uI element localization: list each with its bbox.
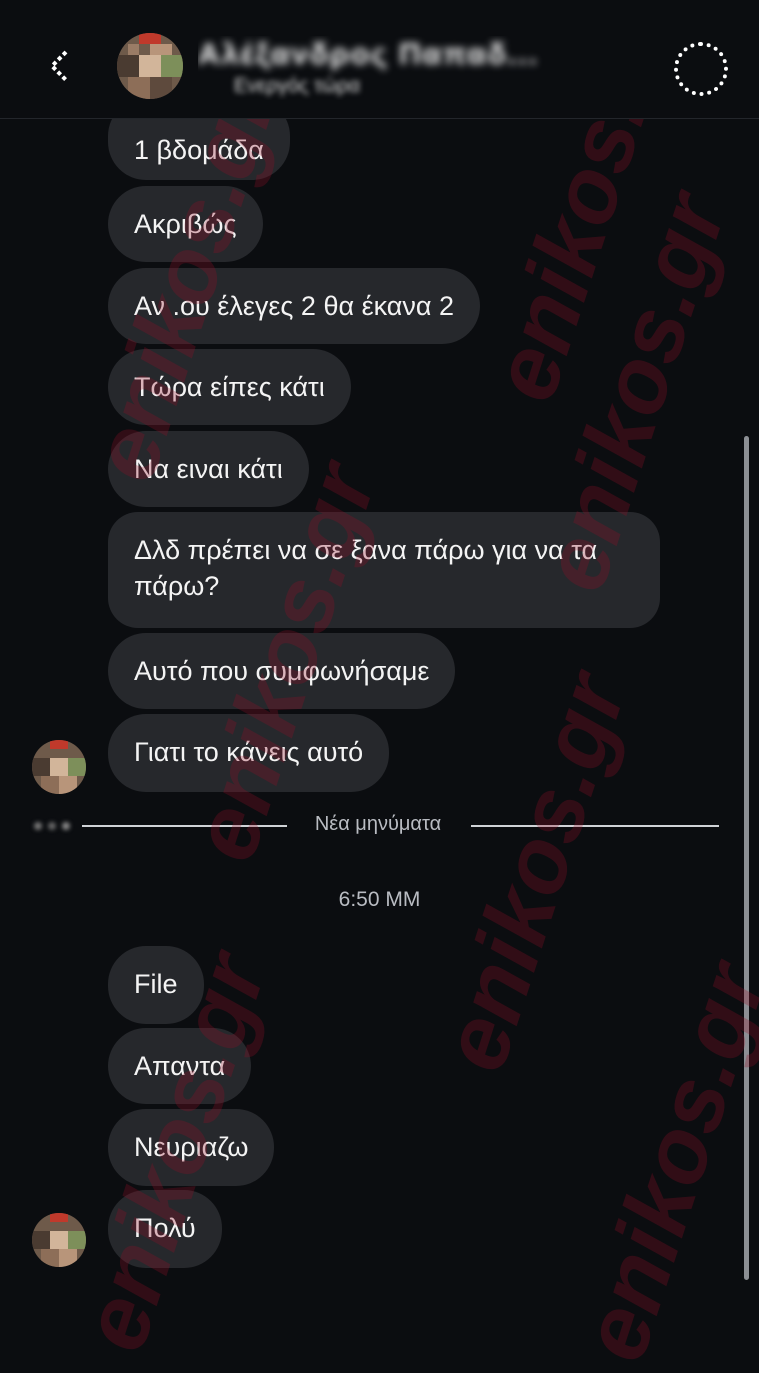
message-bubble[interactable]: Νευριαζω (108, 1109, 275, 1186)
sender-avatar[interactable] (32, 1213, 86, 1267)
new-messages-divider: Νέα μηνύματα (314, 813, 442, 835)
sender-avatar[interactable] (32, 740, 86, 794)
message-text: File (134, 969, 178, 999)
message-timestamp: 6:50 ΜΜ (338, 888, 421, 911)
seen-indicator-icon (34, 822, 70, 830)
chat-header: Αλέξανδρος Παπαδ... Ενεργός τώρα (0, 0, 759, 119)
message-text: Αυτό που συμφωνήσαμε (134, 656, 430, 686)
message-bubble[interactable]: Πολύ (108, 1190, 222, 1268)
message-text: Τώρα είπες κάτι (134, 372, 325, 402)
contact-avatar[interactable] (117, 33, 183, 99)
message-bubble[interactable]: Αν .ου έλεγες 2 θα έκανα 2 (108, 268, 481, 344)
message-bubble[interactable]: Γιατι το κάνεις αυτό (108, 714, 390, 792)
chevron-left-icon (49, 50, 68, 82)
message-text: Γιατι το κάνεις αυτό (134, 737, 364, 767)
message-text: Απαντα (134, 1051, 226, 1081)
message-bubble[interactable]: Τώρα είπες κάτι (108, 349, 351, 425)
divider-line-right (471, 825, 719, 827)
message-bubble[interactable]: Απαντα (108, 1028, 252, 1104)
message-text: Δλδ πρέπει να σε ξανα πάρω για να τα πάρ… (134, 535, 598, 601)
watermark: enikos.gr (562, 952, 759, 1373)
message-text: 1 βδομάδα (134, 135, 264, 165)
back-button[interactable] (40, 44, 80, 88)
message-text: Να ειναι κάτι (134, 454, 283, 484)
message-text: Αν .ου έλεγες 2 θα έκανα 2 (134, 291, 455, 321)
contact-name: Αλέξανδρος Παπαδ... (198, 38, 539, 71)
contact-status: Ενεργός τώρα (234, 75, 361, 97)
info-button[interactable] (674, 42, 728, 96)
message-text: Πολύ (134, 1213, 196, 1243)
message-bubble[interactable]: File (108, 946, 204, 1024)
message-text: Ακριβώς (134, 209, 237, 239)
info-icon (678, 46, 724, 92)
message-bubble[interactable]: Αυτό που συμφωνήσαμε (108, 633, 456, 709)
message-bubble[interactable]: Να ειναι κάτι (108, 431, 309, 507)
divider-line-left (82, 825, 287, 827)
message-bubble[interactable]: Ακριβώς (108, 186, 263, 262)
message-bubble[interactable]: Δλδ πρέπει να σε ξανα πάρω για να τα πάρ… (108, 512, 660, 628)
scrollbar[interactable] (744, 436, 749, 1280)
contact-title[interactable]: Αλέξανδρος Παπαδ... Ενεργός τώρα (198, 36, 638, 100)
message-text: Νευριαζω (134, 1132, 249, 1162)
watermark: enikos.gr (422, 662, 646, 1083)
